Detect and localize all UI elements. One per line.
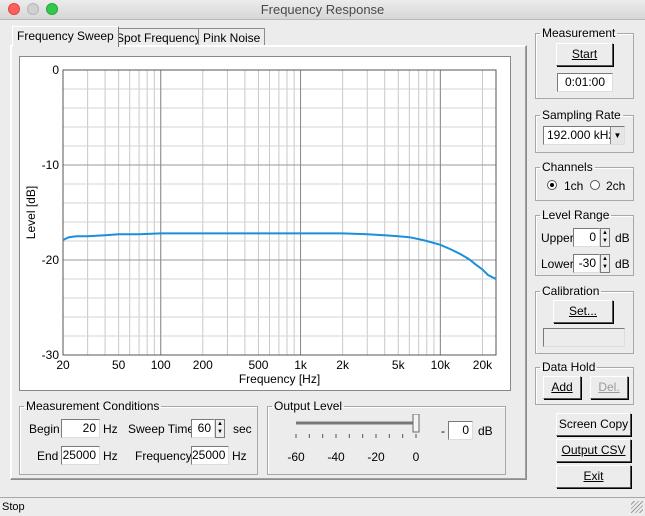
slider-scale-label: -60 [287,450,305,464]
end-unit: Hz [103,449,118,463]
status-bar: Stop [0,497,645,515]
data-hold-add-button[interactable]: Add [543,376,581,399]
start-button-label: Start [571,47,598,61]
calibration-value-display [543,328,625,347]
x-tick-label: 20 [56,358,70,372]
calibration-set-label: Set... [568,304,597,318]
y-tick-label: -20 [42,253,60,267]
spin-up-icon[interactable]: ▲ [601,229,609,237]
lower-label: Lower [541,257,574,271]
calibration-set-button[interactable]: Set... [553,300,613,323]
measurement-legend: Measurement [542,26,616,40]
start-button[interactable]: Start [556,43,613,66]
x-tick-label: 1k [294,358,308,372]
x-tick-label: 100 [151,358,171,372]
frequency-unit: Hz [232,449,247,463]
output-level-unit: dB [478,424,493,438]
output-csv-button[interactable]: Output CSV [556,439,631,462]
exit-label: Exit [583,469,604,483]
measurement-conditions-legend: Measurement Conditions [26,399,160,413]
calibration-legend: Calibration [542,284,600,298]
exit-button[interactable]: Exit [556,465,631,488]
sweep-time-label: Sweep Time [128,422,195,436]
upper-unit: dB [615,231,630,245]
slider-thumb[interactable] [412,414,420,433]
end-label: End [37,449,59,463]
sampling-rate-legend: Sampling Rate [542,108,621,122]
sweep-time-unit: sec [233,422,252,436]
y-axis-label: Level [dB] [24,186,38,239]
spin-down-icon[interactable]: ▼ [216,428,224,436]
status-text: Stop [2,501,25,513]
x-tick-label: 200 [193,358,213,372]
elapsed-time-display: 0:01:00 [557,73,613,92]
lower-level-stepper[interactable]: ▲ ▼ [600,254,610,273]
spin-up-icon[interactable]: ▲ [601,255,609,263]
spin-down-icon[interactable]: ▼ [601,263,609,271]
data-hold-add-label: Add [551,380,573,394]
channels-legend: Channels [542,160,593,174]
sweep-time-stepper[interactable]: ▲ ▼ [215,419,225,438]
channels-2ch-label: 2ch [606,179,626,193]
x-axis-label: Frequency [Hz] [239,372,320,386]
data-hold-del-button[interactable]: Del. [590,376,628,399]
window-title: Frequency Response [260,2,385,17]
channels-2ch-radio[interactable] [590,180,600,190]
minimize-window-button[interactable] [27,3,39,15]
sweep-time-field[interactable]: 60 [191,419,215,438]
frequency-field[interactable]: 25000 [191,446,229,465]
resize-grip-icon[interactable] [631,501,643,513]
chart-svg: 0-10-20-3020 50 100 200 500 1k 2k 5k 10k 20kFrequ… [24,63,497,386]
output-level-field[interactable]: 0 [448,421,473,440]
slider-scale-label: -20 [367,450,385,464]
end-frequency-field[interactable]: 25000 [61,446,100,465]
begin-unit: Hz [103,422,118,436]
x-tick-label: 50 [112,358,126,372]
output-level-sign: - [441,424,445,438]
data-hold-legend: Data Hold [542,360,596,374]
slider-scale-label: -40 [327,450,345,464]
x-tick-label: 5k [392,358,406,372]
begin-label: Begin [29,422,60,436]
y-tick-label: 0 [52,63,59,77]
output-level-slider[interactable]: -60 -40 -20 0 [285,414,435,466]
lower-unit: dB [615,257,630,271]
output-csv-label: Output CSV [561,443,626,457]
channels-1ch-label: 1ch [564,179,584,193]
spin-down-icon[interactable]: ▼ [601,237,609,245]
screen-copy-button[interactable]: Screen Copy [556,413,631,436]
tab-frequency-sweep[interactable]: Frequency Sweep [12,26,119,47]
begin-frequency-field[interactable]: 20 [61,419,100,438]
chevron-down-icon[interactable]: ▼ [610,127,624,144]
y-tick-label: -10 [42,158,60,172]
x-tick-label: 20k [473,358,493,372]
slider-scale-label: 0 [413,450,420,464]
title-bar: Frequency Response [0,0,645,20]
level-range-legend: Level Range [542,208,610,222]
sampling-rate-value: 192.000 kHz [547,128,615,142]
data-hold-del-label: Del. [598,380,620,394]
channels-1ch-radio[interactable] [547,180,557,190]
upper-level-field[interactable]: 0 [573,228,600,247]
output-level-legend: Output Level [274,399,343,413]
lower-level-field[interactable]: -30 [573,254,600,273]
frequency-label: Frequency [135,449,192,463]
x-tick-label: 10k [431,358,451,372]
plot-area [63,70,496,355]
x-tick-label: 2k [336,358,350,372]
upper-level-stepper[interactable]: ▲ ▼ [600,228,610,247]
frequency-response-chart: 0 -10 -20 -30 20 50 100 200 500 1k 2k 5k 10k 20k Frequ… [19,56,511,391]
x-tick-label: 500 [248,358,268,372]
zoom-window-button[interactable] [46,3,58,15]
upper-label: Upper [541,231,574,245]
spin-up-icon[interactable]: ▲ [216,420,224,428]
close-window-button[interactable] [8,3,20,15]
